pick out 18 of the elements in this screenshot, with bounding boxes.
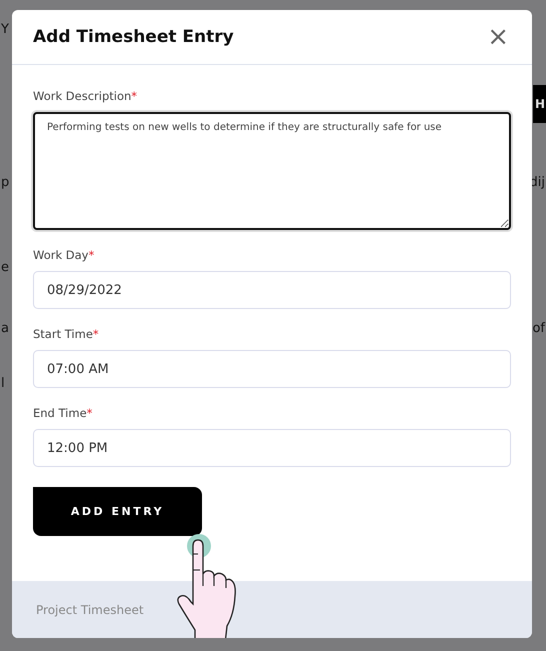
input-field[interactable]: 07:00 AM — [33, 350, 511, 388]
background-text: e — [0, 260, 10, 275]
field-label: Start Time* — [33, 327, 100, 341]
close-button[interactable]: × — [485, 24, 511, 50]
background-text: l — [0, 376, 6, 391]
background-text: a — [0, 321, 10, 336]
field-label: End Time* — [33, 406, 94, 420]
background-text: Y — [0, 22, 10, 37]
footer-text: Project Timesheet — [36, 602, 144, 616]
description-field[interactable]: Performing tests on new wells to determine if they are structurally safe for use — [33, 112, 511, 230]
dialog-title: Add Timesheet Entry — [33, 27, 234, 47]
input-field[interactable]: 12:00 PM — [33, 429, 511, 467]
input-field[interactable]: 08/29/2022 — [33, 271, 511, 309]
background-text: p — [0, 175, 10, 190]
add-entry-button[interactable]: ADD ENTRY — [33, 487, 202, 536]
background-text: of — [531, 321, 546, 336]
field-label: Work Day* — [33, 248, 96, 262]
field-label: Work Description* — [33, 89, 138, 103]
